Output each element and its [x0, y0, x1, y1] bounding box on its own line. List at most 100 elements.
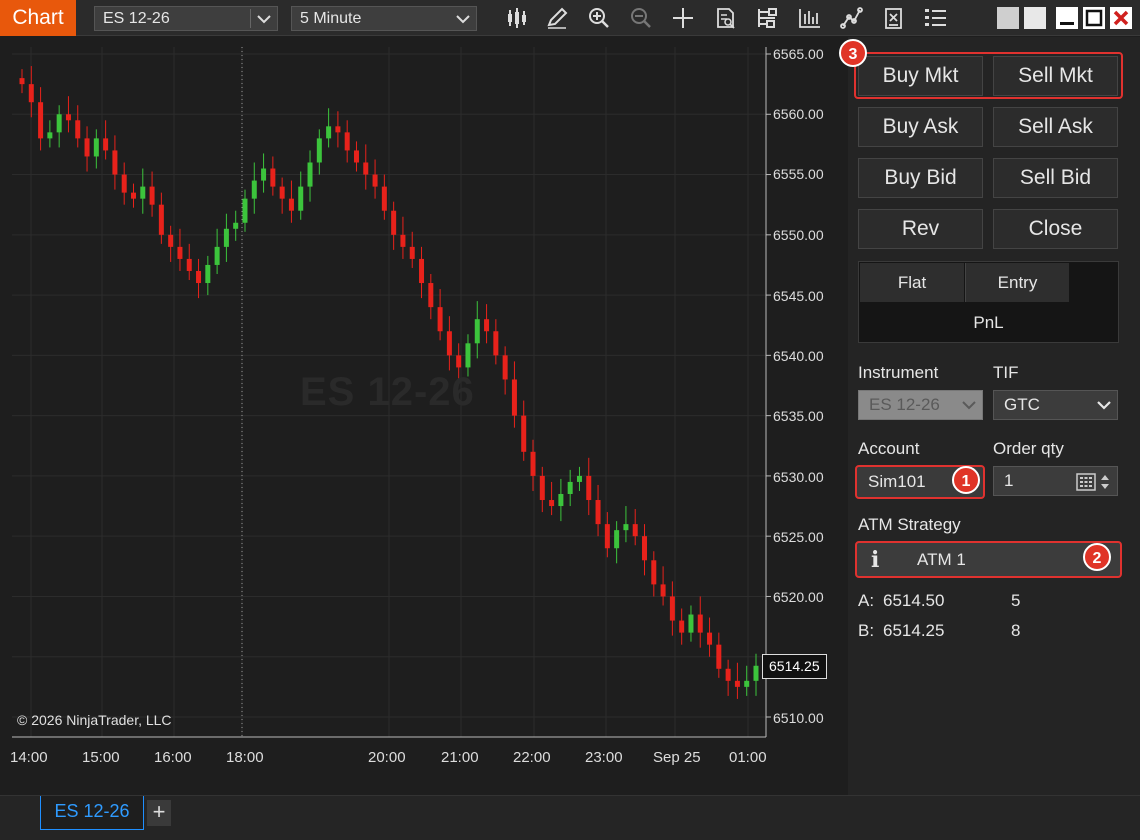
interval-selector[interactable]: 5 Minute: [291, 6, 477, 31]
properties-icon[interactable]: [922, 6, 948, 30]
bid-label: B:: [858, 621, 875, 640]
candle-body: [75, 120, 81, 139]
calculator-icon[interactable]: [1076, 473, 1096, 491]
restore-grey-icon[interactable]: [997, 7, 1019, 29]
info-icon[interactable]: i: [871, 547, 879, 573]
buy-market-button[interactable]: Buy Mkt: [858, 56, 983, 96]
instrument-field-value: ES 12-26: [869, 395, 940, 414]
add-tab-button[interactable]: +: [147, 800, 171, 826]
chart-trader-panel: Buy Mkt Sell Mkt Buy Ask Sell Ask Buy Bi…: [839, 37, 1140, 795]
ask-label: A:: [858, 591, 875, 610]
tif-dropdown-value: GTC: [1004, 395, 1040, 414]
y-tick-label: 6545.00: [773, 288, 824, 304]
candle-body: [474, 319, 480, 344]
candle-body: [84, 138, 90, 157]
position-display: Flat Entry PnL: [858, 261, 1119, 343]
candle-body: [642, 536, 648, 561]
buy-bid-button[interactable]: Buy Bid: [858, 158, 983, 198]
order-qty-value: 1: [1004, 471, 1014, 490]
candle-body: [223, 228, 229, 247]
chevron-down-icon: [962, 401, 976, 410]
interval-selector-value: 5 Minute: [300, 10, 362, 27]
candle-body: [177, 246, 183, 259]
y-tick-label: 6520.00: [773, 589, 824, 605]
candle-body: [753, 665, 759, 681]
tab-es-12-26[interactable]: ES 12-26: [40, 796, 144, 830]
sell-bid-button[interactable]: Sell Bid: [993, 158, 1118, 198]
candle-body: [47, 132, 53, 139]
candle-body: [279, 186, 285, 199]
candle-body: [595, 500, 601, 525]
callout-badge-2: 2: [1083, 543, 1111, 571]
templates-icon[interactable]: [881, 6, 907, 30]
chart-panel[interactable]: ES 12-26 © 2026 NinjaTrader, LLC 6514.25…: [0, 37, 847, 828]
candle-body: [660, 584, 666, 597]
candle-body: [233, 222, 239, 229]
candle-body: [604, 524, 610, 549]
candle-body: [725, 668, 731, 681]
drawing-objects-icon[interactable]: [839, 6, 865, 30]
zoom-out-icon[interactable]: [628, 6, 654, 30]
maximize-icon[interactable]: [1083, 7, 1105, 29]
candle-body: [734, 680, 740, 687]
x-tick-label: 18:00: [226, 749, 264, 766]
restore-light-icon[interactable]: [1024, 7, 1046, 29]
order-qty-input[interactable]: 1: [993, 466, 1118, 496]
close-icon[interactable]: [1110, 7, 1132, 29]
reverse-button[interactable]: Rev: [858, 209, 983, 249]
candle-body: [242, 198, 248, 223]
x-tick-label: 22:00: [513, 749, 551, 766]
atm-strategy-selector[interactable]: i ATM 1: [855, 541, 1122, 578]
candle-body: [196, 270, 202, 284]
callout-badge-3: 3: [839, 39, 867, 67]
copyright-notice: © 2026 NinjaTrader, LLC: [17, 712, 172, 728]
account-label: Account: [858, 439, 920, 458]
candle-body: [697, 614, 703, 633]
zoom-in-icon[interactable]: [586, 6, 612, 30]
candle-body: [651, 560, 657, 585]
y-tick-label: 6535.00: [773, 408, 824, 424]
minimize-icon[interactable]: [1056, 7, 1078, 29]
x-tick-label: 15:00: [82, 749, 120, 766]
y-tick-label: 6550.00: [773, 227, 824, 243]
candle-body: [205, 264, 211, 284]
y-tick-label: 6510.00: [773, 710, 824, 726]
candle-body: [56, 114, 62, 133]
bar-type-icon[interactable]: [504, 6, 530, 30]
strategies-icon[interactable]: [797, 6, 823, 30]
stepper-arrows-icon[interactable]: [1099, 472, 1111, 492]
candle-body: [316, 138, 322, 163]
candle-body: [456, 355, 462, 368]
x-tick-label: Sep 25: [653, 749, 701, 766]
sell-ask-button[interactable]: Sell Ask: [993, 107, 1118, 147]
price-chart[interactable]: [0, 37, 847, 795]
instrument-label: Instrument: [858, 363, 939, 382]
chart-toolbar: Chart ES 12-26 5 Minute: [0, 0, 1140, 36]
candle-body: [632, 524, 638, 537]
candle-body: [484, 319, 490, 332]
chevron-down-icon: [456, 15, 470, 24]
tif-dropdown[interactable]: GTC: [993, 390, 1118, 420]
candle-body: [688, 614, 694, 633]
draw-pencil-icon[interactable]: [544, 6, 570, 30]
x-tick-label: 20:00: [368, 749, 406, 766]
app-title: Chart: [0, 0, 76, 36]
data-box-icon[interactable]: [713, 6, 739, 30]
y-tick-label: 6525.00: [773, 529, 824, 545]
crosshair-icon[interactable]: [670, 6, 696, 30]
candle-body: [502, 355, 508, 380]
atm-strategy-value: ATM 1: [917, 550, 966, 569]
candle-body: [744, 680, 750, 687]
indicators-icon[interactable]: [755, 6, 781, 30]
x-tick-label: 21:00: [441, 749, 479, 766]
y-axis-ticks: [766, 53, 771, 718]
buy-ask-button[interactable]: Buy Ask: [858, 107, 983, 147]
instrument-selector[interactable]: ES 12-26: [94, 6, 278, 31]
candle-body: [419, 258, 425, 284]
candle-body: [521, 415, 527, 452]
candle-body: [270, 168, 276, 187]
sell-market-button[interactable]: Sell Mkt: [993, 56, 1118, 96]
close-position-button[interactable]: Close: [993, 209, 1118, 249]
candle-body: [335, 126, 341, 133]
candle-body: [121, 174, 127, 193]
